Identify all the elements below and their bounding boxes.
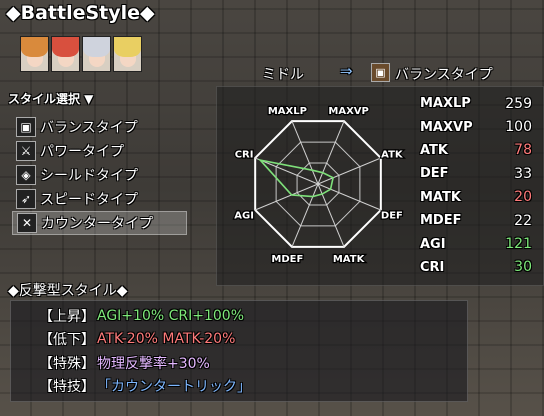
style-item-1[interactable]: ⚔ パワータイプ [12, 139, 187, 163]
style-item-4[interactable]: ✕ カウンタータイプ [12, 211, 187, 235]
radar-axis-label-atk: ATK [381, 149, 404, 160]
style-item-label: バランスタイプ [40, 120, 138, 136]
stat-value: 100 [505, 119, 532, 136]
red-hair-girl-portrait[interactable] [51, 36, 80, 72]
style-select-label: スタイル選択 ▼ [8, 92, 94, 106]
power-sword-icon: ⚔ [16, 141, 36, 161]
stat-value: 22 [514, 212, 532, 229]
stat-label: MAXVP [420, 119, 473, 135]
current-style-name: バランスタイプ [395, 67, 493, 83]
style-item-label: パワータイプ [40, 144, 124, 160]
radar-axis-label-def: DEF [381, 211, 403, 222]
page-title: ◆BattleStyle◆ [6, 2, 155, 24]
stat-label: AGI [420, 236, 446, 252]
stat-row-cri: CRI 30 [420, 256, 532, 279]
blonde-hair-girl-portrait[interactable] [113, 36, 142, 72]
radar-axis-label-cri: CRI [235, 149, 254, 160]
radar-axis-label-mdef: MDEF [271, 254, 303, 265]
stat-row-mdef: MDEF 22 [420, 209, 532, 232]
radar-axis-label-maxvp: MAXVP [328, 106, 368, 117]
description-key: 【低下】 [39, 332, 95, 349]
description-key: 【上昇】 [39, 308, 95, 325]
description-key: 【特殊】 [39, 355, 95, 372]
stat-label: DEF [420, 166, 449, 182]
description-value: 物理反撃率+30% [97, 355, 210, 372]
stat-label: MDEF [420, 213, 462, 229]
stat-value: 33 [514, 165, 532, 182]
balance-icon: ▣ [16, 117, 36, 137]
style-item-label: スピードタイプ [40, 192, 138, 208]
style-item-label: カウンタータイプ [41, 216, 153, 232]
radar-axis-label-maxlp: MAXLP [268, 106, 307, 117]
radar-axis-label-matk: MATK [333, 254, 366, 265]
style-description-box: 【上昇】 AGI+10% CRI+100% 【低下】 ATK-20% MATK-20%… [10, 300, 468, 402]
description-value: ATK-20% MATK-20% [97, 331, 236, 348]
radar-axis-label-agi: AGI [234, 211, 254, 222]
white-hair-girl-portrait[interactable] [82, 36, 111, 72]
description-row: 【特殊】 物理反撃率+30% [39, 351, 467, 375]
description-key: 【特技】 [39, 379, 95, 396]
stat-list: MAXLP 259 MAXVP 100 ATK 78 DEF 33 MATK 20 MDEF 22 AG… [420, 92, 532, 279]
stat-row-maxvp: MAXVP 100 [420, 115, 532, 138]
style-item-2[interactable]: ◈ シールドタイプ [12, 163, 187, 187]
stat-value: 20 [514, 189, 532, 206]
orange-hair-girl-portrait[interactable] [20, 36, 49, 72]
stat-row-maxlp: MAXLP 259 [420, 92, 532, 115]
stat-row-matk: MATK 20 [420, 186, 532, 209]
description-value: 「カウンタートリック」 [97, 379, 251, 396]
style-item-0[interactable]: ▣ バランスタイプ [12, 115, 187, 139]
stat-row-atk: ATK 78 [420, 139, 532, 162]
party-portraits [20, 36, 142, 72]
description-value: AGI+10% CRI+100% [97, 307, 244, 324]
speed-icon: ➶ [16, 189, 36, 209]
style-item-label: シールドタイプ [40, 168, 138, 184]
radar-chart: MAXLP MAXVP ATK DEF MATK MDEF AGI CRI [233, 105, 405, 266]
stat-label: MAXLP [420, 96, 471, 112]
description-row: 【特技】 「カウンタートリック」 [39, 375, 467, 399]
shield-icon: ◈ [16, 165, 36, 185]
stat-value: 121 [505, 236, 532, 253]
stat-label: CRI [420, 259, 445, 275]
description-row: 【上昇】 AGI+10% CRI+100% [39, 304, 467, 328]
stat-row-agi: AGI 121 [420, 232, 532, 255]
stat-value: 78 [514, 142, 532, 159]
counter-icon: ✕ [17, 213, 37, 233]
style-list: ▣ バランスタイプ ⚔ パワータイプ ◈ シールドタイプ ➶ スピードタイプ ✕ カウンタータイプ [12, 115, 187, 235]
description-row: 【低下】 ATK-20% MATK-20% [39, 328, 467, 352]
stat-label: ATK [420, 142, 448, 158]
stat-value: 259 [505, 95, 532, 112]
style-description-title: ◆反撃型スタイル◆ [8, 283, 128, 299]
stat-value: 30 [514, 259, 532, 276]
stat-row-def: DEF 33 [420, 162, 532, 185]
style-item-3[interactable]: ➶ スピードタイプ [12, 187, 187, 211]
arrow-indicator: ⇒ [340, 62, 353, 80]
character-name: ミドル [262, 67, 304, 83]
stat-label: MATK [420, 189, 461, 205]
current-style-balance-icon: ▣ [371, 63, 390, 82]
